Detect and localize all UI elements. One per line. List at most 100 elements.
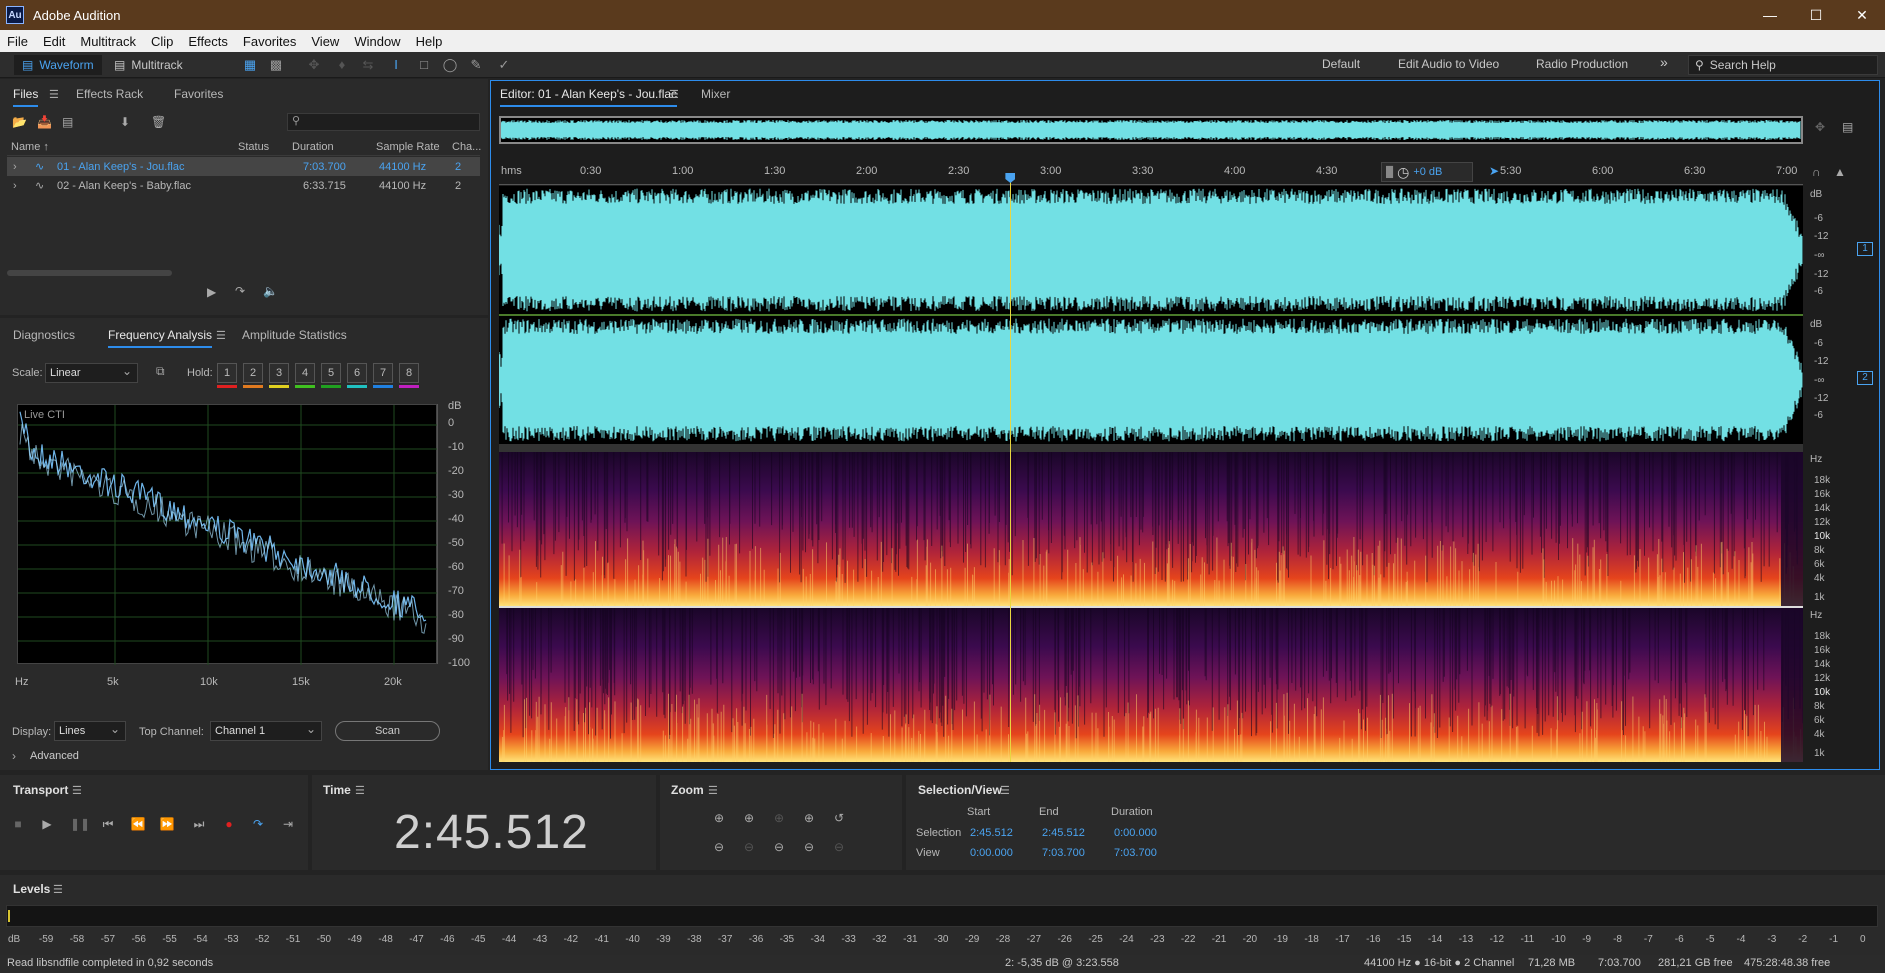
slip-tool-icon[interactable]: ⇆ — [360, 57, 376, 73]
move-tool-icon[interactable]: ✥ — [306, 57, 322, 73]
zoom-reset-icon[interactable]: ↺ — [830, 809, 848, 827]
marquee-tool-icon[interactable]: □ — [416, 57, 432, 73]
zoom-to-selection-icon[interactable]: ⊕ — [770, 809, 788, 827]
selection-start-field[interactable]: 2:45.512 — [970, 827, 1013, 839]
chevron-right-icon[interactable]: › — [13, 180, 17, 192]
record-icon[interactable]: ● — [220, 815, 238, 833]
hold-button-5[interactable]: 5 — [321, 363, 341, 383]
more-workspaces-button[interactable]: » — [1660, 54, 1668, 70]
delete-icon[interactable]: 🗑 — [151, 115, 166, 129]
selection-end-field[interactable]: 2:45.512 — [1042, 827, 1085, 839]
menu-effects[interactable]: Effects — [181, 34, 236, 49]
maximize-button[interactable]: ☐ — [1793, 0, 1839, 30]
lasso-tool-icon[interactable]: ◯ — [442, 57, 458, 73]
zoom-out-time-icon[interactable]: ⊖ — [740, 838, 758, 856]
col-sample-rate[interactable]: Sample Rate — [376, 141, 440, 153]
search-help-field[interactable]: ⚲ Search Help — [1688, 55, 1878, 75]
selection-menu-icon[interactable]: ☰ — [1000, 784, 1010, 797]
zoom-to-selection-icon[interactable]: ✥ — [1815, 120, 1825, 134]
hold-button-2[interactable]: 2 — [243, 363, 263, 383]
zoom-in-amplitude-icon[interactable]: ⊕ — [710, 809, 728, 827]
view-divider[interactable] — [499, 444, 1803, 452]
minimize-button[interactable]: — — [1747, 0, 1793, 30]
time-ruler[interactable]: hms 0:30 1:00 1:30 2:00 2:30 3:00 3:30 4… — [499, 160, 1803, 185]
hold-button-4[interactable]: 4 — [295, 363, 315, 383]
zoom-out-left-icon[interactable]: ⊖ — [770, 838, 788, 856]
stop-icon[interactable]: ■ — [9, 815, 27, 833]
fast-forward-icon[interactable]: ⏩ — [158, 815, 176, 833]
waveform-channel-2[interactable] — [498, 316, 1803, 444]
open-file-icon[interactable]: 📂 — [12, 115, 27, 129]
spectral-view-icon[interactable]: ▩ — [268, 57, 284, 73]
tab-amplitude-statistics[interactable]: Amplitude Statistics — [242, 328, 347, 342]
pin-icon[interactable]: ➤ — [1489, 164, 1499, 178]
tab-diagnostics[interactable]: Diagnostics — [13, 328, 75, 342]
workspace-edit-audio-to-video[interactable]: Edit Audio to Video — [1398, 57, 1499, 71]
scan-button[interactable]: Scan — [335, 721, 440, 741]
autoplay-icon[interactable]: 🔈 — [263, 284, 278, 298]
menu-clip[interactable]: Clip — [144, 34, 181, 49]
file-row[interactable]: › ∿ 02 - Alan Keep's - Baby.flac 6:33.71… — [7, 176, 480, 195]
skip-to-start-icon[interactable]: ⏮ — [99, 815, 117, 833]
scale-dropdown[interactable]: Linear — [45, 363, 138, 383]
zoom-out-right-icon[interactable]: ⊖ — [800, 838, 818, 856]
tab-frequency-analysis[interactable]: Frequency Analysis — [108, 328, 213, 348]
zoom-menu-icon[interactable]: ☰ — [708, 784, 718, 797]
playhead[interactable] — [1010, 178, 1012, 762]
advanced-toggle[interactable]: Advanced — [30, 750, 79, 762]
hold-button-8[interactable]: 8 — [399, 363, 419, 383]
menu-file[interactable]: File — [0, 34, 36, 49]
tab-favorites[interactable]: Favorites — [174, 87, 223, 101]
tab-mixer[interactable]: Mixer — [701, 87, 730, 101]
hud-gain-control[interactable]: █ ◷ +0 dB — [1381, 162, 1473, 182]
view-duration-field[interactable]: 7:03.700 — [1114, 847, 1157, 859]
tab-files[interactable]: Files — [13, 87, 39, 107]
zoom-in-time-icon[interactable]: ⊕ — [740, 809, 758, 827]
gain-knob-icon[interactable]: ◷ — [1397, 164, 1409, 181]
copy-icon[interactable]: ⧉ — [156, 364, 165, 379]
files-search-input[interactable]: ⚲ — [287, 113, 480, 131]
play-icon[interactable]: ▶ — [38, 815, 56, 833]
close-button[interactable]: ✕ — [1839, 0, 1885, 30]
overview-navigator[interactable] — [499, 116, 1803, 144]
transport-menu-icon[interactable]: ☰ — [72, 784, 82, 797]
tab-editor[interactable]: Editor: 01 - Alan Keep's - Jou.flac — [500, 87, 678, 107]
hold-button-3[interactable]: 3 — [269, 363, 289, 383]
marker-pin-icon[interactable]: ▲ — [1834, 165, 1846, 179]
snap-icon[interactable]: ∩ — [1812, 165, 1821, 179]
view-start-field[interactable]: 0:00.000 — [970, 847, 1013, 859]
insert-icon[interactable]: ⬇ — [120, 115, 130, 129]
chevron-right-icon[interactable]: › — [12, 749, 16, 763]
multitrack-mode-button[interactable]: ▤ Multitrack — [106, 55, 191, 75]
analysis-menu-icon[interactable]: ☰ — [216, 329, 226, 342]
zoom-out-full-icon[interactable]: ⊖ — [830, 838, 848, 856]
loop-icon[interactable]: ↷ — [235, 284, 245, 298]
rewind-icon[interactable]: ⏪ — [129, 815, 147, 833]
hold-button-6[interactable]: 6 — [347, 363, 367, 383]
skip-to-end-icon[interactable]: ⏭ — [190, 815, 208, 833]
tab-effects-rack[interactable]: Effects Rack — [76, 87, 143, 101]
current-time-display[interactable]: 2:45.512 — [394, 805, 589, 860]
loop-playback-icon[interactable]: ↷ — [249, 815, 267, 833]
file-row[interactable]: › ∿ 01 - Alan Keep's - Jou.flac 7:03.700… — [7, 157, 480, 176]
frequency-graph[interactable]: Live CTI — [17, 404, 438, 665]
razor-tool-icon[interactable]: ♦ — [334, 57, 350, 73]
hold-button-1[interactable]: 1 — [217, 363, 237, 383]
menu-multitrack[interactable]: Multitrack — [73, 34, 144, 49]
levels-menu-icon[interactable]: ☰ — [53, 883, 63, 896]
spectral-display-channel-1[interactable] — [499, 452, 1803, 606]
skip-selection-icon[interactable]: ⇥ — [279, 815, 297, 833]
time-menu-icon[interactable]: ☰ — [355, 784, 365, 797]
waveform-channel-1[interactable] — [498, 186, 1803, 314]
time-selection-tool-icon[interactable]: I — [388, 57, 404, 73]
horizontal-scrollbar[interactable] — [7, 270, 172, 276]
workspace-radio-production[interactable]: Radio Production — [1536, 57, 1628, 71]
editor-menu-icon[interactable]: ☰ — [669, 88, 679, 101]
selection-duration-field[interactable]: 0:00.000 — [1114, 827, 1157, 839]
new-file-icon[interactable]: ▤ — [62, 115, 73, 129]
channel-2-toggle[interactable]: 2 — [1857, 371, 1873, 385]
menu-view[interactable]: View — [304, 34, 347, 49]
hold-button-7[interactable]: 7 — [373, 363, 393, 383]
waveform-mode-button[interactable]: ▤ Waveform — [14, 55, 102, 75]
display-dropdown[interactable]: Lines — [54, 721, 126, 741]
